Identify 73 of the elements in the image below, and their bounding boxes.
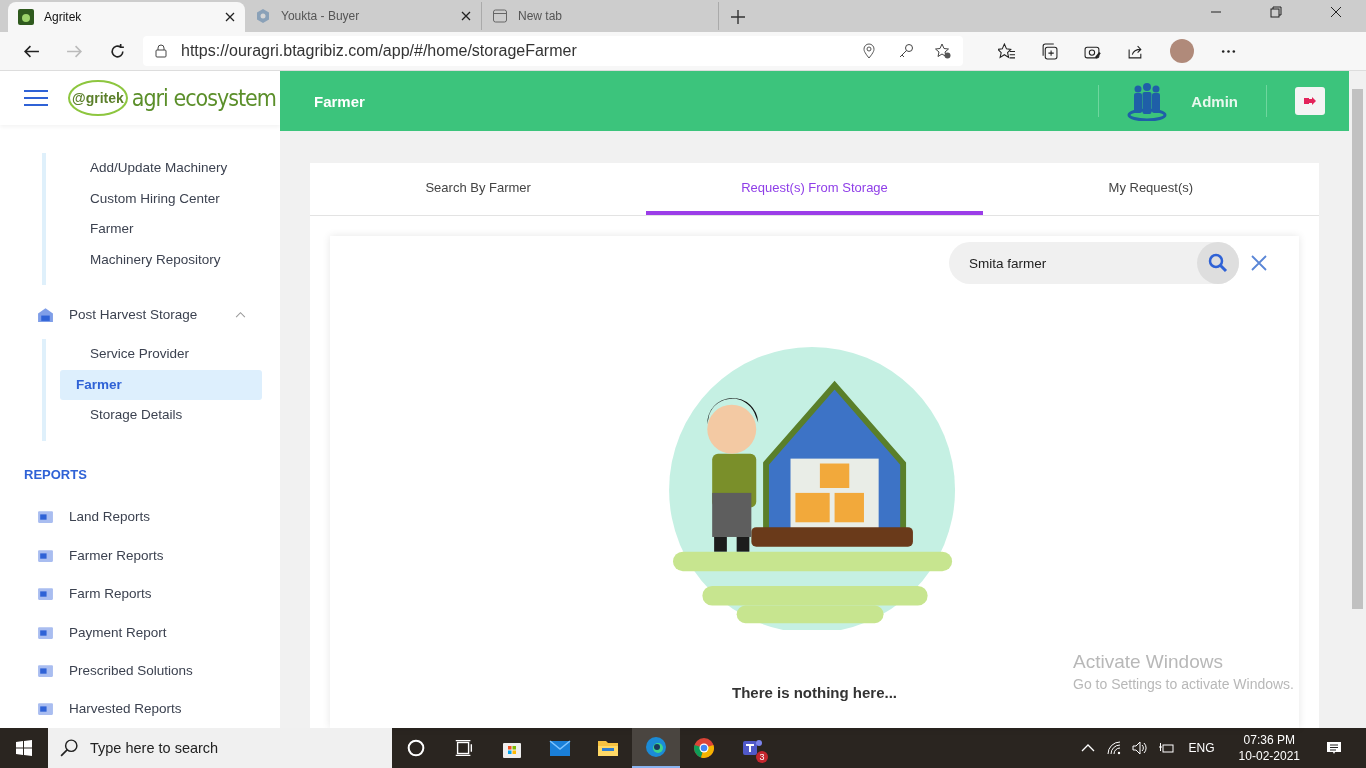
location-pin-icon[interactable] <box>861 43 877 59</box>
reload-icon[interactable] <box>109 42 126 60</box>
windows-logo-icon[interactable] <box>16 740 32 756</box>
leaf-logo-icon <box>18 9 34 25</box>
activation-notice-title: Activate Windows <box>1073 651 1224 673</box>
logo-text: agri ecosystem <box>131 85 276 112</box>
browser-tab[interactable]: Youkta - Buyer <box>245 2 482 30</box>
menu-item[interactable]: Land Reports <box>0 497 280 537</box>
search-button[interactable] <box>1197 242 1239 284</box>
tab-title: Agritek <box>44 10 83 24</box>
tab[interactable]: Request(s) From Storage <box>646 163 983 215</box>
close-icon[interactable] <box>1330 5 1342 18</box>
close-icon[interactable] <box>225 12 235 22</box>
browser-ball-icon <box>692 736 716 760</box>
logout-button[interactable] <box>1295 87 1325 115</box>
task-view-icon <box>453 737 475 759</box>
circle-icon <box>405 737 427 759</box>
menu-item[interactable]: Farmer <box>60 214 262 245</box>
menu-item[interactable]: Farmer <box>60 369 262 401</box>
report-icon <box>37 508 54 526</box>
speaker-icon[interactable] <box>1131 740 1148 756</box>
logout-icon <box>1304 96 1316 106</box>
browser-swirl-icon <box>644 735 668 759</box>
report-icon <box>37 585 54 603</box>
hexagon-icon <box>255 8 271 24</box>
report-icon <box>37 700 54 718</box>
notification-badge: 3 <box>756 751 768 763</box>
collections-icon[interactable] <box>1041 42 1058 60</box>
tab[interactable]: My Request(s) <box>982 163 1319 215</box>
taskbar-search-field[interactable]: Type here to search <box>48 728 392 768</box>
tab-title: Youkta - Buyer <box>281 9 361 23</box>
menu-item[interactable]: Prescribed Solutions <box>0 651 280 690</box>
menu-item[interactable]: Custom Hiring Center <box>60 183 262 215</box>
wifi-icon[interactable] <box>1105 740 1122 756</box>
notifications-icon[interactable] <box>1326 740 1342 756</box>
close-icon[interactable] <box>461 11 471 21</box>
browser-tab[interactable]: New tab <box>482 2 719 30</box>
new-tab-icon <box>492 8 508 24</box>
address-bar[interactable]: https://ouragri.btagribiz.com/app/#/home/storageFarmer <box>143 36 963 66</box>
tab[interactable]: Search By Farmer <box>310 163 647 215</box>
language-indicator[interactable]: ENG <box>1188 741 1215 755</box>
menu-item[interactable]: Farm Reports <box>0 574 280 613</box>
url-text: https://ouragri.btagribiz.com/app/#/home/storageFarmer <box>181 42 577 60</box>
warehouse-icon <box>37 305 54 323</box>
plus-icon[interactable] <box>731 10 745 24</box>
clock[interactable]: 07:36 PM 10-02-2021 <box>1238 732 1300 764</box>
activation-notice-text: Go to Settings to activate Windows. <box>1073 676 1294 692</box>
menu-item[interactable]: Farmer Reports <box>0 536 280 575</box>
scrollbar[interactable] <box>1349 71 1366 728</box>
tab-title: New tab <box>518 9 564 23</box>
star-add-icon[interactable] <box>935 43 951 59</box>
empty-message: There is nothing here... <box>732 684 897 701</box>
battery-plug-icon[interactable] <box>1157 740 1174 756</box>
logo-badge: @gritek <box>68 80 128 117</box>
menu-item[interactable]: Payment Report <box>0 612 280 652</box>
menu-group[interactable]: Post Harvest Storage <box>0 299 280 330</box>
profile-avatar[interactable] <box>1170 39 1194 63</box>
page-title: Farmer <box>314 92 365 110</box>
menu-icon[interactable] <box>24 90 48 107</box>
menu-item[interactable]: Add/Update Machinery <box>60 153 262 184</box>
people-icon <box>1127 81 1168 121</box>
browser-tab[interactable]: Agritek <box>8 2 245 32</box>
menu-item[interactable]: Harvested Reports <box>0 689 280 728</box>
menu-item[interactable]: Storage Details <box>60 400 262 431</box>
favorites-icon[interactable] <box>998 42 1015 60</box>
key-icon[interactable] <box>898 43 914 59</box>
menu-item[interactable]: Service Provider <box>60 339 262 370</box>
menu-item[interactable]: Machinery Repository <box>60 244 262 276</box>
user-name: Admin <box>1191 92 1238 110</box>
section-heading: REPORTS <box>23 465 88 484</box>
lock-icon <box>155 44 167 58</box>
taskbar-app[interactable]: 3 <box>728 728 776 768</box>
restore-icon[interactable] <box>1270 5 1282 18</box>
